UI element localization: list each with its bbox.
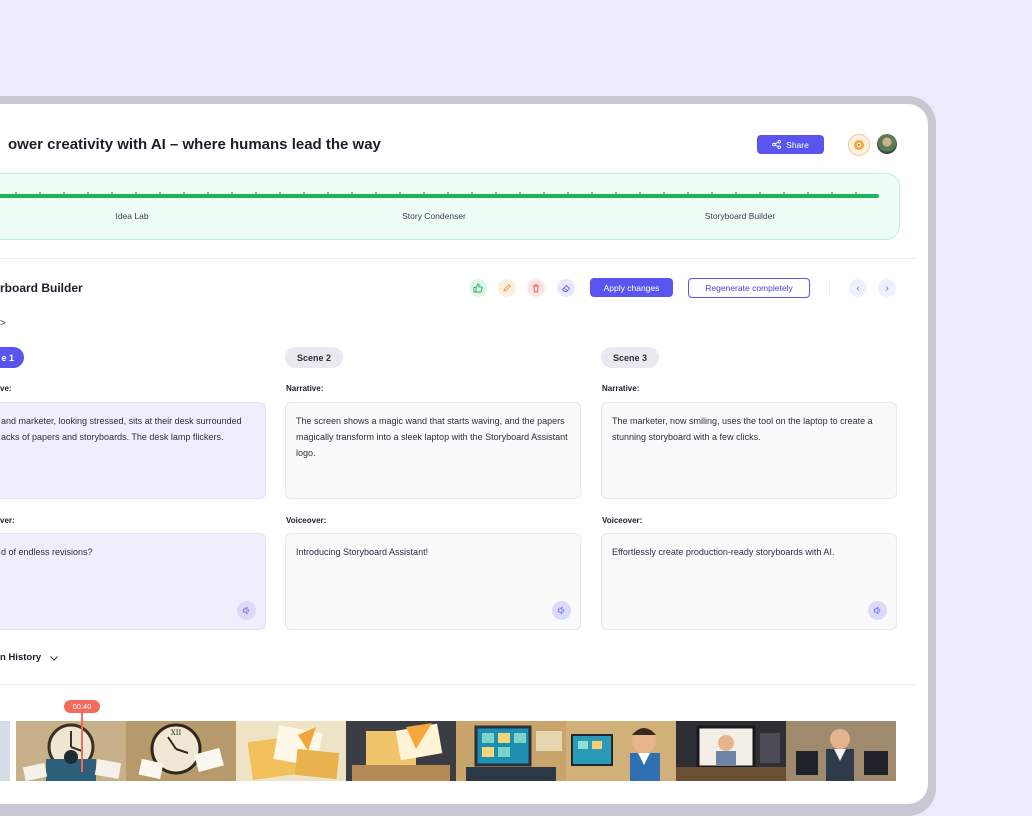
edit-button[interactable] bbox=[498, 279, 516, 297]
apply-changes-button[interactable]: Apply changes bbox=[590, 278, 673, 297]
history-toggle[interactable]: n History bbox=[0, 652, 59, 663]
scene-3-voiceover-label: Voiceover: bbox=[602, 516, 643, 525]
section-title: rboard Builder bbox=[0, 281, 83, 295]
timeline-frame-previous[interactable] bbox=[0, 721, 10, 781]
scene-3-narrative-label: Narrative: bbox=[602, 384, 640, 393]
share-icon bbox=[772, 140, 782, 149]
eraser-icon bbox=[561, 284, 571, 292]
timeline-frame[interactable]: XII bbox=[126, 721, 236, 781]
scene-3-narrative-text: The marketer, now smiling, uses the tool… bbox=[612, 416, 873, 442]
thumbs-up-button[interactable] bbox=[469, 279, 487, 297]
timeline-frame[interactable] bbox=[786, 721, 896, 781]
history-label: n History bbox=[0, 652, 42, 663]
page-title: ower creativity with AI – where humans l… bbox=[8, 136, 381, 153]
step-story-condenser[interactable]: Story Condenser bbox=[402, 211, 466, 221]
speaker-icon bbox=[557, 606, 565, 615]
chevron-down-icon bbox=[50, 655, 59, 661]
scene-2-play-voiceover-button[interactable] bbox=[552, 601, 571, 620]
pencil-icon bbox=[503, 283, 512, 292]
timeline-time-badge: 00:40 bbox=[64, 700, 100, 713]
scene-1-narrative-label: ve: bbox=[0, 384, 12, 393]
scene-1-narrative[interactable]: and marketer, looking stressed, sits at … bbox=[0, 402, 266, 499]
speaker-icon bbox=[873, 606, 881, 615]
step-storyboard-builder[interactable]: Storyboard Builder bbox=[705, 211, 775, 221]
scene-2-voiceover-text: Introducing Storyboard Assistant! bbox=[296, 547, 429, 557]
storyboard-timeline[interactable]: XII bbox=[16, 721, 897, 781]
next-button[interactable]: › bbox=[878, 279, 896, 297]
breadcrumb-arrow[interactable]: > bbox=[0, 318, 6, 329]
scene-tab-1[interactable]: e 1 bbox=[0, 347, 24, 368]
delete-button[interactable] bbox=[527, 279, 545, 297]
toolbar-divider bbox=[829, 280, 830, 296]
erase-button[interactable] bbox=[557, 279, 575, 297]
avatar[interactable] bbox=[877, 134, 897, 154]
scene-tab-3[interactable]: Scene 3 bbox=[601, 347, 659, 368]
scene-2-voiceover-label: Voiceover: bbox=[286, 516, 327, 525]
scene-3-play-voiceover-button[interactable] bbox=[868, 601, 887, 620]
timeline-divider bbox=[0, 684, 916, 685]
timeline-frame[interactable] bbox=[346, 721, 456, 781]
svg-text:XII: XII bbox=[171, 729, 182, 737]
stepper-ticks bbox=[0, 192, 879, 195]
trash-icon bbox=[533, 284, 539, 293]
scene-2-narrative-text: The screen shows a magic wand that start… bbox=[296, 416, 568, 458]
scene-2-narrative-label: Narrative: bbox=[286, 384, 324, 393]
scene-3-voiceover-text: Effortlessly create production-ready sto… bbox=[612, 547, 835, 557]
scene-1-voiceover-label: ver: bbox=[0, 516, 15, 525]
share-label: Share bbox=[786, 139, 809, 150]
timeline-playhead[interactable] bbox=[81, 712, 83, 772]
scene-2-voiceover[interactable]: Introducing Storyboard Assistant! bbox=[285, 533, 581, 630]
timeline-frame[interactable] bbox=[16, 721, 126, 781]
section-divider bbox=[0, 258, 916, 259]
scene-1-voiceover[interactable]: d of endless revisions? bbox=[0, 533, 266, 630]
speaker-icon bbox=[242, 606, 250, 615]
share-button[interactable]: Share bbox=[757, 135, 824, 154]
scene-1-narrative-text: and marketer, looking stressed, sits at … bbox=[1, 416, 242, 442]
timeline-frame[interactable] bbox=[236, 721, 346, 781]
chevron-left-icon: ‹ bbox=[856, 282, 860, 294]
progress-stepper: Idea Lab Story Condenser Storyboard Buil… bbox=[0, 173, 900, 240]
scene-tab-2[interactable]: Scene 2 bbox=[285, 347, 343, 368]
brand-logo-icon bbox=[848, 134, 870, 156]
prev-button[interactable]: ‹ bbox=[849, 279, 867, 297]
step-idea-lab[interactable]: Idea Lab bbox=[115, 211, 148, 221]
chevron-right-icon: › bbox=[885, 282, 889, 294]
regenerate-button[interactable]: Regenerate completely bbox=[688, 278, 810, 298]
scene-3-narrative[interactable]: The marketer, now smiling, uses the tool… bbox=[601, 402, 897, 499]
timeline-frame[interactable] bbox=[566, 721, 676, 781]
scene-1-play-voiceover-button[interactable] bbox=[237, 601, 256, 620]
timeline-frame[interactable] bbox=[676, 721, 786, 781]
scene-3-voiceover[interactable]: Effortlessly create production-ready sto… bbox=[601, 533, 897, 630]
timeline-frame[interactable] bbox=[456, 721, 566, 781]
scene-1-voiceover-text: d of endless revisions? bbox=[1, 547, 93, 557]
scene-2-narrative[interactable]: The screen shows a magic wand that start… bbox=[285, 402, 581, 499]
thumbs-up-icon bbox=[473, 283, 483, 293]
